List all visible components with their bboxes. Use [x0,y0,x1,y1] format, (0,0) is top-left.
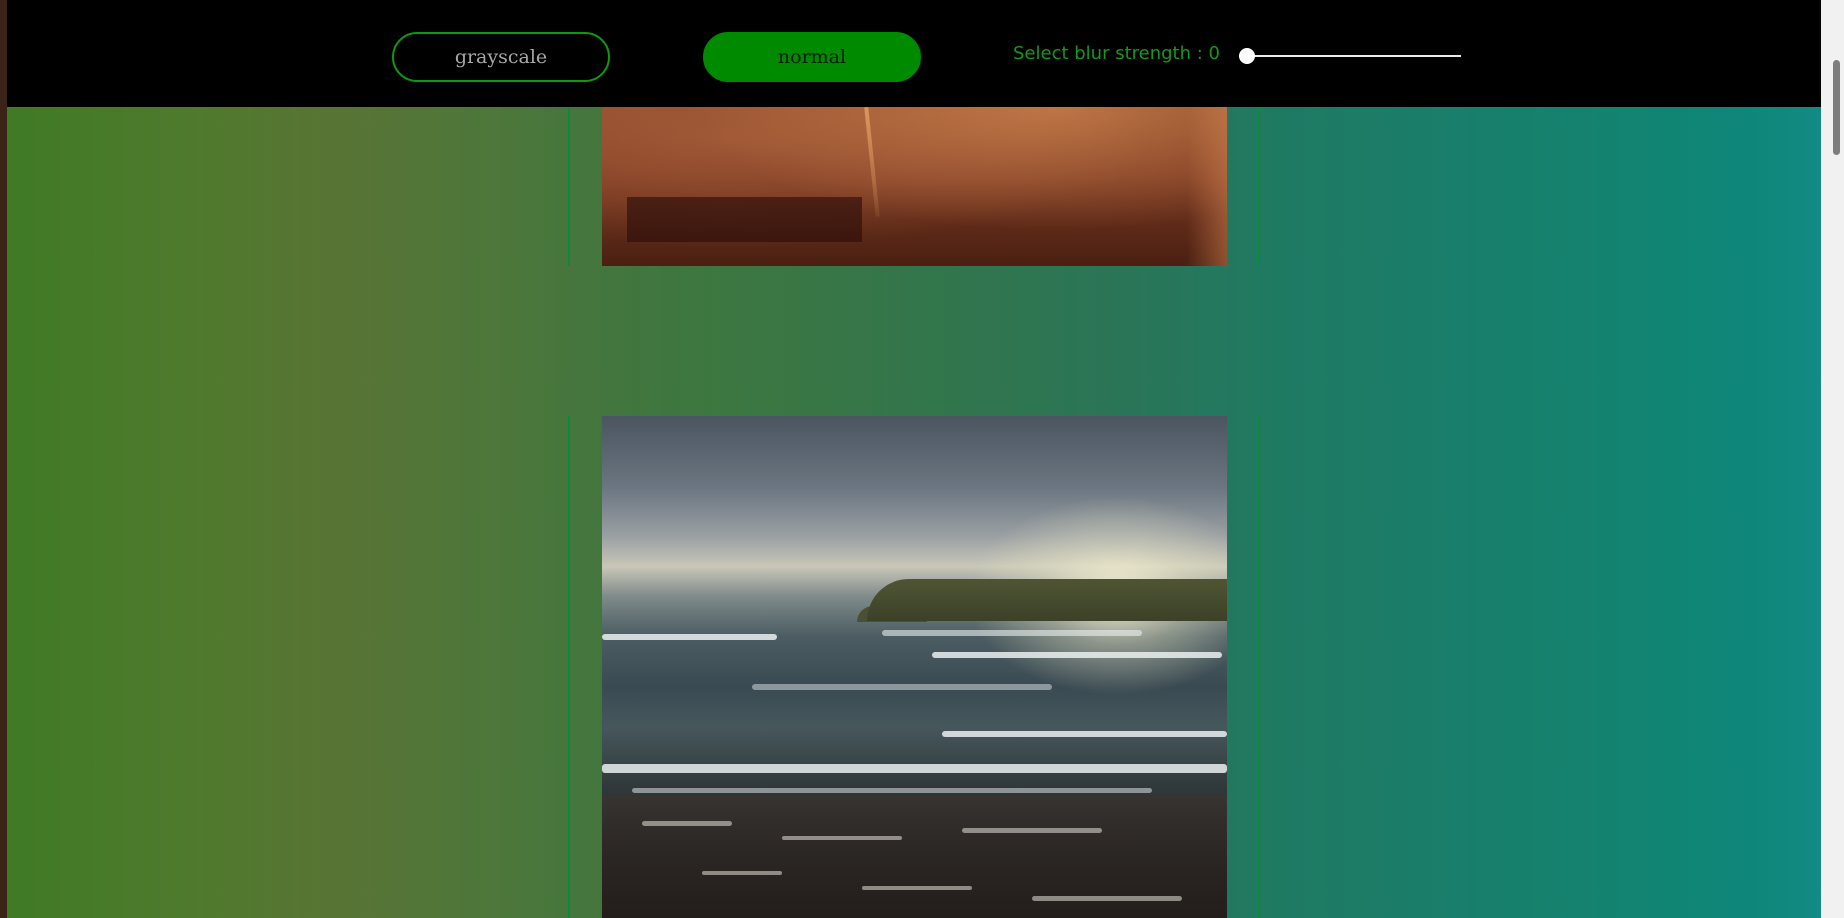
window-edge [0,0,7,918]
gallery-image-2 [602,416,1227,918]
gallery-border-left-bottom [568,416,570,918]
top-toolbar: grayscale normal Select blur strength : … [7,0,1821,107]
blur-strength-slider[interactable] [1239,46,1461,66]
normal-button[interactable]: normal [703,32,921,82]
gallery-border-right-bottom [1258,416,1260,918]
gallery-border-right-top [1258,107,1260,266]
gallery-image-1 [602,107,1227,266]
blur-strength-label: Select blur strength : 0 [1013,43,1220,64]
gallery-border-left-top [568,107,570,266]
scrollbar-thumb[interactable] [1833,60,1840,155]
grayscale-button[interactable]: grayscale [392,32,610,82]
slider-thumb[interactable] [1239,48,1255,64]
slider-track [1247,55,1461,57]
